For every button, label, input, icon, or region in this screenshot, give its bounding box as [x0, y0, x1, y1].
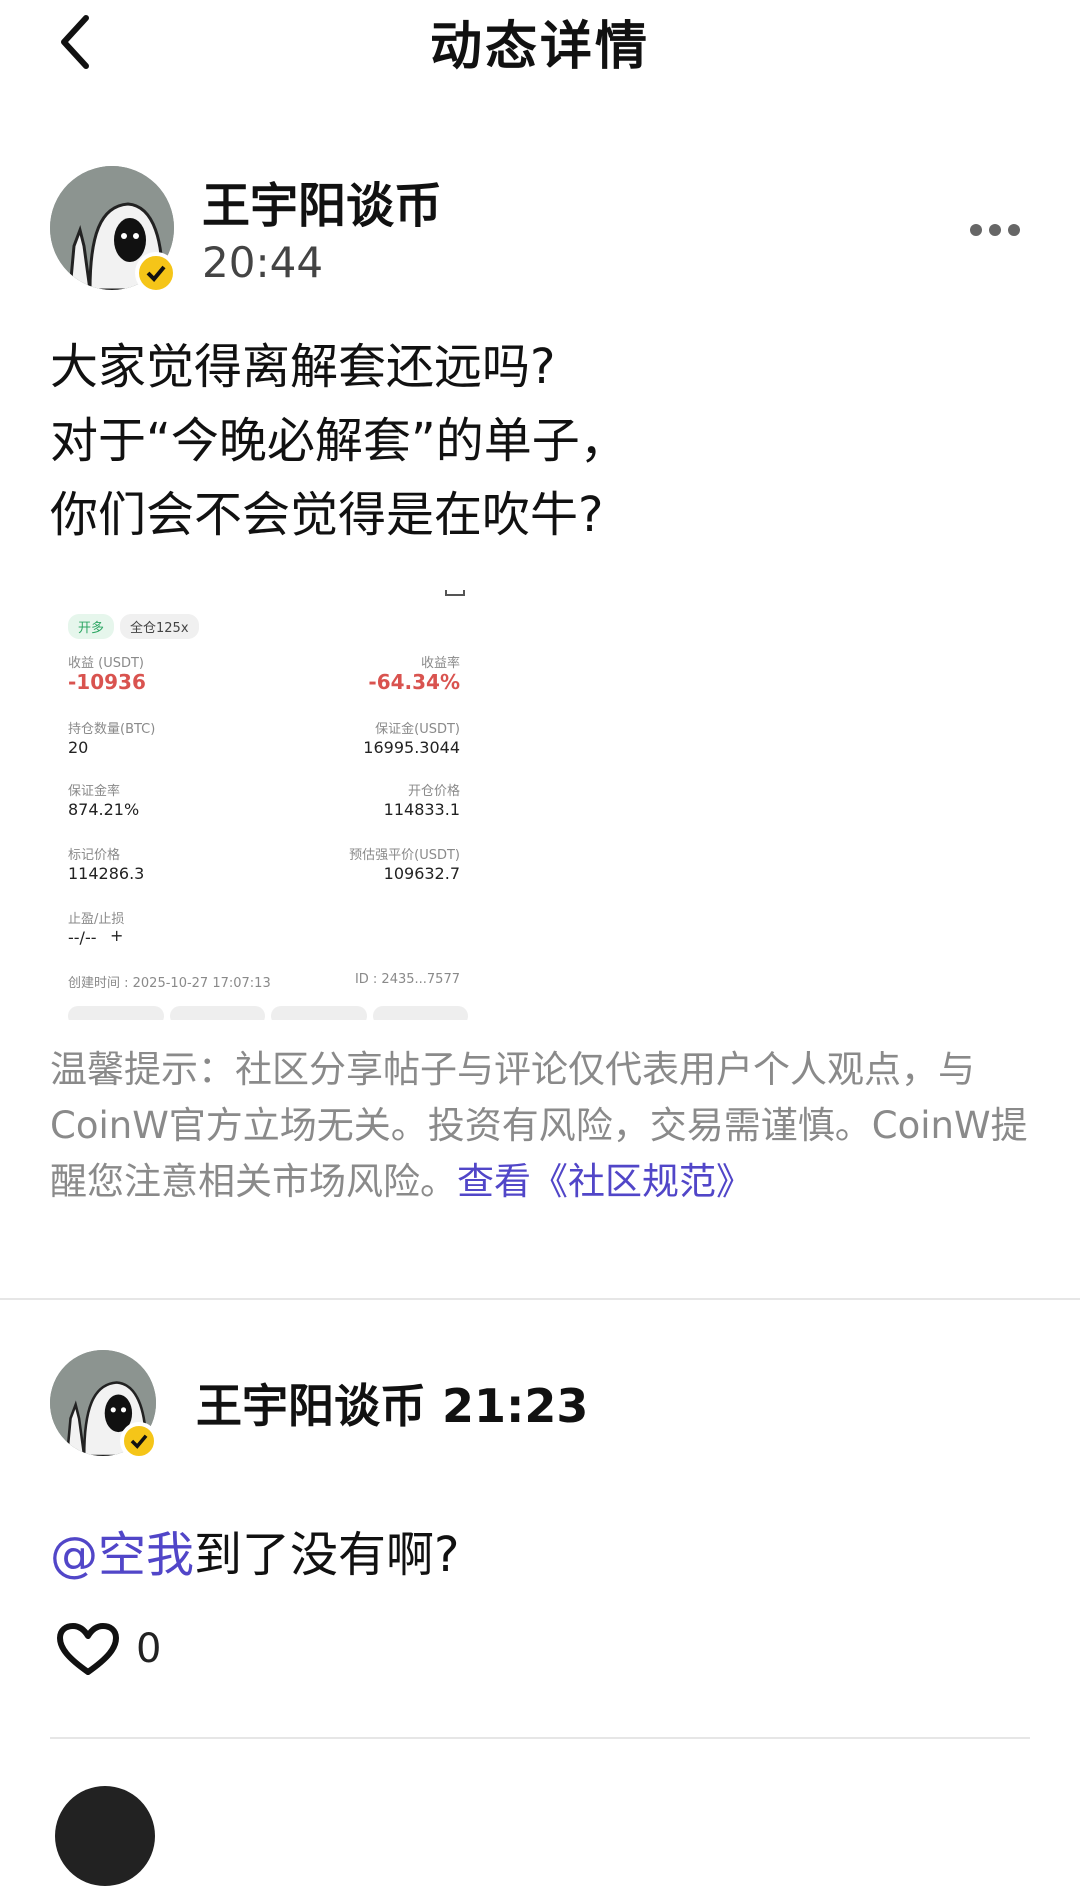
tag-side: 开多: [68, 614, 115, 639]
divider: [50, 1737, 1030, 1739]
open-price-label: 开仓价格: [407, 784, 460, 799]
comment-body: 到了没有啊?: [194, 1527, 460, 1583]
more-button[interactable]: [970, 220, 1030, 240]
disclaimer: 温馨提示：社区分享帖子与评论仅代表用户个人观点，与CoinW官方立场无关。投资有…: [50, 1042, 1040, 1210]
post-line: 你们会不会觉得是在吹牛?: [50, 487, 604, 543]
tpsl-add-button[interactable]: +: [110, 926, 123, 945]
more-dot: [1008, 224, 1020, 236]
pill: [271, 1006, 367, 1020]
pill: [68, 1006, 164, 1020]
share-icon: [445, 590, 465, 596]
page-title: 动态详情: [429, 17, 650, 77]
comment-text: @空我到了没有啊?: [50, 1515, 460, 1585]
pnl-label: 收益 (USDT): [68, 656, 144, 671]
margin-rate-value: 874.21%: [68, 800, 140, 819]
pnl-value: -10936: [68, 670, 146, 694]
comment-author-time: 王宇阳谈币 21:23: [196, 1379, 589, 1433]
open-price-value: 114833.1: [383, 800, 460, 819]
size-label: 持仓数量(BTC): [68, 722, 156, 737]
tag-leverage: 全仓125x: [120, 614, 199, 639]
pill: [169, 1006, 265, 1020]
community-rules-link[interactable]: 查看《社区规范》: [457, 1160, 753, 1203]
roi-value: -64.34%: [368, 670, 460, 694]
author-name[interactable]: 王宇阳谈币: [202, 166, 442, 236]
mark-price-value: 114286.3: [68, 864, 145, 883]
roi-label: 收益率: [420, 656, 460, 671]
action-pills: [68, 1006, 468, 1020]
more-dots-icon: [970, 224, 982, 236]
liq-price-label: 预估强平价(USDT): [349, 848, 460, 863]
mark-price-label: 标记价格: [68, 848, 121, 863]
heart-icon: [57, 1623, 119, 1675]
margin-value: 16995.3044: [363, 738, 460, 757]
post-time: 20:44: [202, 238, 324, 287]
next-commenter-avatar[interactable]: [55, 1786, 155, 1886]
verified-check-icon: [120, 1422, 158, 1460]
pill: [372, 1006, 468, 1020]
post-line: 对于“今晚必解套”的单子，: [50, 413, 628, 469]
position-screenshot[interactable]: 开多 全仓125x 收益 (USDT) 收益率 -10936 -64.34% 持…: [50, 590, 480, 1020]
position-id: ID : 2435...7577: [354, 972, 460, 987]
margin-rate-label: 保证金率: [68, 784, 121, 799]
verified-check-icon: [135, 252, 177, 294]
post-content: 大家觉得离解套还远吗? 对于“今晚必解套”的单子， 你们会不会觉得是在吹牛?: [50, 330, 1030, 552]
like-button[interactable]: [56, 1622, 120, 1678]
divider: [0, 1298, 1080, 1300]
top-bar: 动态详情: [0, 0, 1080, 80]
created-time: 创建时间 : 2025-10-27 17:07:13: [68, 976, 271, 991]
tpsl-value: --/--: [68, 928, 97, 947]
more-dot: [989, 224, 1001, 236]
post-line: 大家觉得离解套还远吗?: [50, 339, 556, 395]
margin-label: 保证金(USDT): [375, 722, 460, 737]
mention-link[interactable]: @空我: [50, 1527, 194, 1583]
liq-price-value: 109632.7: [383, 864, 460, 883]
size-value: 20: [68, 738, 89, 757]
like-count: 0: [136, 1626, 162, 1672]
tpsl-label: 止盈/止损: [68, 912, 125, 927]
